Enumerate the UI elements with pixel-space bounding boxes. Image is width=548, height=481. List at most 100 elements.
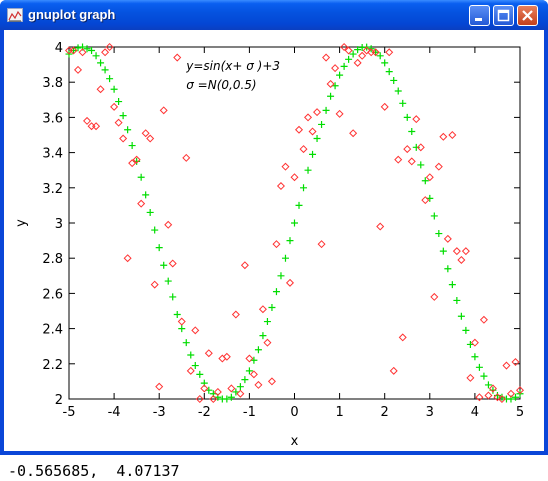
plus-marker [462,326,470,334]
y-tick-label: 2 [55,393,63,408]
plus-marker [336,71,344,79]
diamond-marker [227,384,236,393]
x-tick-label: -1 [243,405,256,420]
diamond-marker [159,106,168,115]
plus-marker [394,87,402,95]
diamond-marker [385,48,394,57]
minimize-button[interactable] [469,5,490,26]
plus-marker [385,68,393,76]
plus-marker [295,201,303,209]
diamond-marker [168,259,177,268]
plus-marker [97,59,105,67]
plus-marker [110,85,118,93]
plus-marker [390,76,398,84]
diamond-marker [186,366,195,375]
plus-marker [300,184,308,192]
plus-marker [304,166,312,174]
series-layer [64,42,525,404]
plus-marker [435,230,443,238]
diamond-marker [304,113,313,122]
x-tick-labels: -5 -4 -3 -2 -1 0 1 2 3 4 5 [63,405,525,420]
diamond-marker [123,254,132,263]
diamond-marker [313,108,322,117]
diamond-marker [173,53,182,62]
plus-marker [191,362,199,370]
close-icon [522,10,533,21]
plus-marker [128,142,136,150]
diamond-marker [457,255,466,264]
y-tick-label: 3.2 [42,182,63,197]
diamond-marker [443,234,452,243]
plus-marker [399,99,407,107]
scatter-plot[interactable]: -5 -4 -3 -2 -1 0 1 2 3 4 5 2 2.2 2.4 2.6 2.8 3 3.2 3.4 3.6… [4,30,544,451]
plus-marker [457,312,465,320]
sigma-annotation: σ =N(0,0.5) [186,78,256,92]
plus-marker [173,311,181,319]
diamond-marker [466,373,475,382]
plus-marker [227,393,235,401]
diamond-marker [101,48,110,57]
x-tick-label: -2 [198,405,211,420]
plus-marker [340,62,348,70]
plus-marker [155,244,163,252]
gnuplot-app-icon[interactable] [7,8,23,22]
plus-marker [345,55,353,63]
y-tick-label: 3 [55,217,63,232]
diamond-marker [150,280,159,289]
plus-marker [196,370,204,378]
maximize-button[interactable] [493,5,514,26]
x-tick-label: 2 [381,405,389,420]
diamond-marker [141,129,150,138]
diamond-marker [276,182,285,191]
diamond-marker [425,173,434,182]
diamond-marker [182,153,191,162]
x-tick-label: 0 [290,405,298,420]
diamond-marker [398,333,407,342]
plus-marker [272,288,280,296]
diamond-marker [448,130,457,140]
diamond-marker [299,145,308,154]
diamond-marker [290,173,299,182]
diamond-marker [263,338,272,347]
plus-marker [268,303,276,311]
diamond-marker [155,382,164,391]
diamond-marker [407,157,416,166]
plot-client-area[interactable]: -5 -4 -3 -2 -1 0 1 2 3 4 5 2 2.2 2.4 2.6 2.8 3 3.2 3.4 3.6… [4,30,544,480]
plus-marker [119,112,127,120]
diamond-marker [254,380,263,389]
y-axis-label: y [14,219,29,227]
plus-marker [309,150,317,158]
diamond-marker [358,51,367,60]
y-tick-label: 3.6 [42,111,63,126]
plus-marker [160,261,168,269]
plus-marker [480,372,488,380]
diamond-marker [87,122,96,131]
plus-marker [223,395,231,403]
diamond-marker [452,247,461,256]
y-tick-label: 4 [55,41,63,56]
diamond-marker [74,65,83,74]
plus-marker [241,376,249,384]
plus-marker [146,208,154,216]
title-bar[interactable]: gnuplot graph [0,0,548,30]
x-tick-label: -3 [153,405,166,420]
plus-marker [430,212,438,220]
diamond-marker [204,349,213,358]
diamond-marker [249,370,258,379]
y-tick-labels: 2 2.2 2.4 2.6 2.8 3 3.2 3.4 3.6 3.8 4 [42,41,63,408]
diamond-marker [119,134,128,143]
diamond-marker [484,391,493,400]
x-tick-label: 3 [426,405,434,420]
diamond-marker [96,85,105,94]
plus-marker [151,226,159,234]
plus-marker [277,272,285,280]
diamond-marker [231,310,240,319]
diamond-marker [349,129,358,138]
y-tick-label: 2.6 [42,287,63,302]
plus-marker [475,363,483,371]
plus-marker [448,281,456,289]
close-button[interactable] [517,5,538,26]
plus-marker [417,161,425,169]
diamond-marker [430,292,439,301]
formula-annotation: y=sin(x+ σ )+3 [185,59,280,73]
